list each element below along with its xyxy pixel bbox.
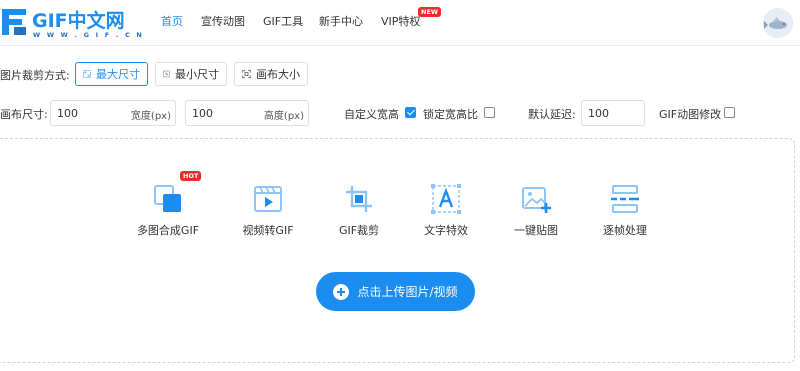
gif-modify-checkbox[interactable] — [724, 107, 735, 118]
lock-ratio-label: 锁定宽高比 — [423, 108, 478, 121]
tool-one-click-sticker-label: 一键贴图 — [514, 224, 558, 237]
tool-gif-crop[interactable]: GIF裁剪 — [314, 179, 404, 239]
crop-max-size-button[interactable]: 最大尺寸 — [75, 62, 148, 86]
vip-new-badge: NEW — [418, 7, 442, 17]
tool-text-effect[interactable]: 文字特效 — [401, 179, 491, 239]
frames-icon — [611, 185, 639, 213]
max-size-icon — [83, 70, 91, 78]
tool-video-to-gif[interactable]: 视频转GIF — [223, 179, 313, 239]
crop-max-size-label: 最大尺寸 — [96, 68, 140, 81]
site-logo[interactable]: GIF中文网 W W W . G I F . C N — [0, 5, 142, 41]
tool-multi-image-gif-label: 多图合成GIF — [136, 224, 200, 237]
crop-mode-row: 图片裁剪方式: 最大尺寸 最小尺寸 画布大小 — [0, 62, 800, 86]
canvas-height-field[interactable]: 高度(px) — [185, 100, 309, 126]
canvas-size-label: 画布尺寸: — [0, 108, 48, 121]
hot-badge: HOT — [180, 171, 202, 181]
crop-canvas-size-label: 画布大小 — [256, 68, 300, 81]
user-avatar[interactable] — [763, 8, 793, 38]
default-delay-input[interactable] — [588, 105, 638, 122]
logo-subtitle: W W W . G I F . C N — [33, 31, 145, 39]
canvas-width-suffix: 宽度(px) — [130, 111, 171, 122]
gif-modify-label: GIF动图修改 — [659, 108, 722, 121]
tool-frame-by-frame-label: 逐帧处理 — [603, 224, 647, 237]
canvas-height-suffix: 高度(px) — [263, 111, 304, 122]
default-delay-field[interactable] — [581, 100, 645, 126]
avatar-fish-icon — [763, 8, 793, 38]
canvas-size-row: 画布尺寸: 宽度(px) 高度(px) 自定义宽高 锁定宽高比 默认延迟: GI… — [0, 100, 800, 126]
nav-promo-gif[interactable]: 宣传动图 — [201, 13, 245, 29]
canvas-width-input[interactable] — [57, 105, 127, 122]
default-delay-label: 默认延迟: — [528, 108, 576, 121]
tool-one-click-sticker[interactable]: 一键贴图 — [491, 179, 581, 239]
nav-beginner-center[interactable]: 新手中心 — [319, 13, 363, 29]
text-icon — [431, 184, 461, 214]
logo-title: GIF中文网 — [32, 10, 125, 32]
lock-ratio-checkbox[interactable] — [484, 107, 495, 118]
canvas-width-field[interactable]: 宽度(px) — [50, 100, 176, 126]
custom-size-label: 自定义宽高 — [344, 108, 399, 121]
crop-canvas-size-button[interactable]: 画布大小 — [234, 62, 308, 86]
tool-multi-image-gif[interactable]: 多图合成GIF — [123, 179, 213, 239]
tool-frame-by-frame[interactable]: 逐帧处理 — [580, 179, 670, 239]
video-icon — [254, 186, 282, 212]
upload-button-label: 点击上传图片/视频 — [357, 285, 458, 299]
crop-min-size-button[interactable]: 最小尺寸 — [155, 62, 227, 86]
nav-home[interactable]: 首页 — [161, 13, 183, 29]
upload-button[interactable]: 点击上传图片/视频 — [316, 272, 475, 311]
top-header: GIF中文网 W W W . G I F . C N 首页 宣传动图 GIF工具… — [0, 0, 800, 46]
tool-gif-crop-label: GIF裁剪 — [338, 224, 380, 237]
min-size-icon — [163, 70, 170, 78]
crop-icon — [346, 186, 372, 212]
canvas-size-icon — [242, 69, 251, 79]
custom-size-checkbox[interactable] — [405, 107, 416, 118]
canvas-height-input[interactable] — [192, 105, 262, 122]
tool-text-effect-label: 文字特效 — [424, 224, 468, 237]
plus-circle-icon — [333, 283, 350, 300]
crop-mode-label: 图片裁剪方式: — [0, 69, 70, 82]
layers-icon — [154, 185, 181, 212]
logo-mark-icon — [2, 9, 26, 35]
nav-gif-tools[interactable]: GIF工具 — [263, 13, 303, 29]
upload-drop-area[interactable]: 多图合成GIF HOT 视频转GIF GIF裁剪 文字特效 一键贴图 逐帧处理 … — [0, 138, 795, 363]
tool-video-to-gif-label: 视频转GIF — [242, 224, 294, 237]
nav-vip[interactable]: VIP特权 — [381, 13, 420, 29]
image-add-icon — [522, 187, 551, 213]
crop-min-size-label: 最小尺寸 — [175, 68, 219, 81]
